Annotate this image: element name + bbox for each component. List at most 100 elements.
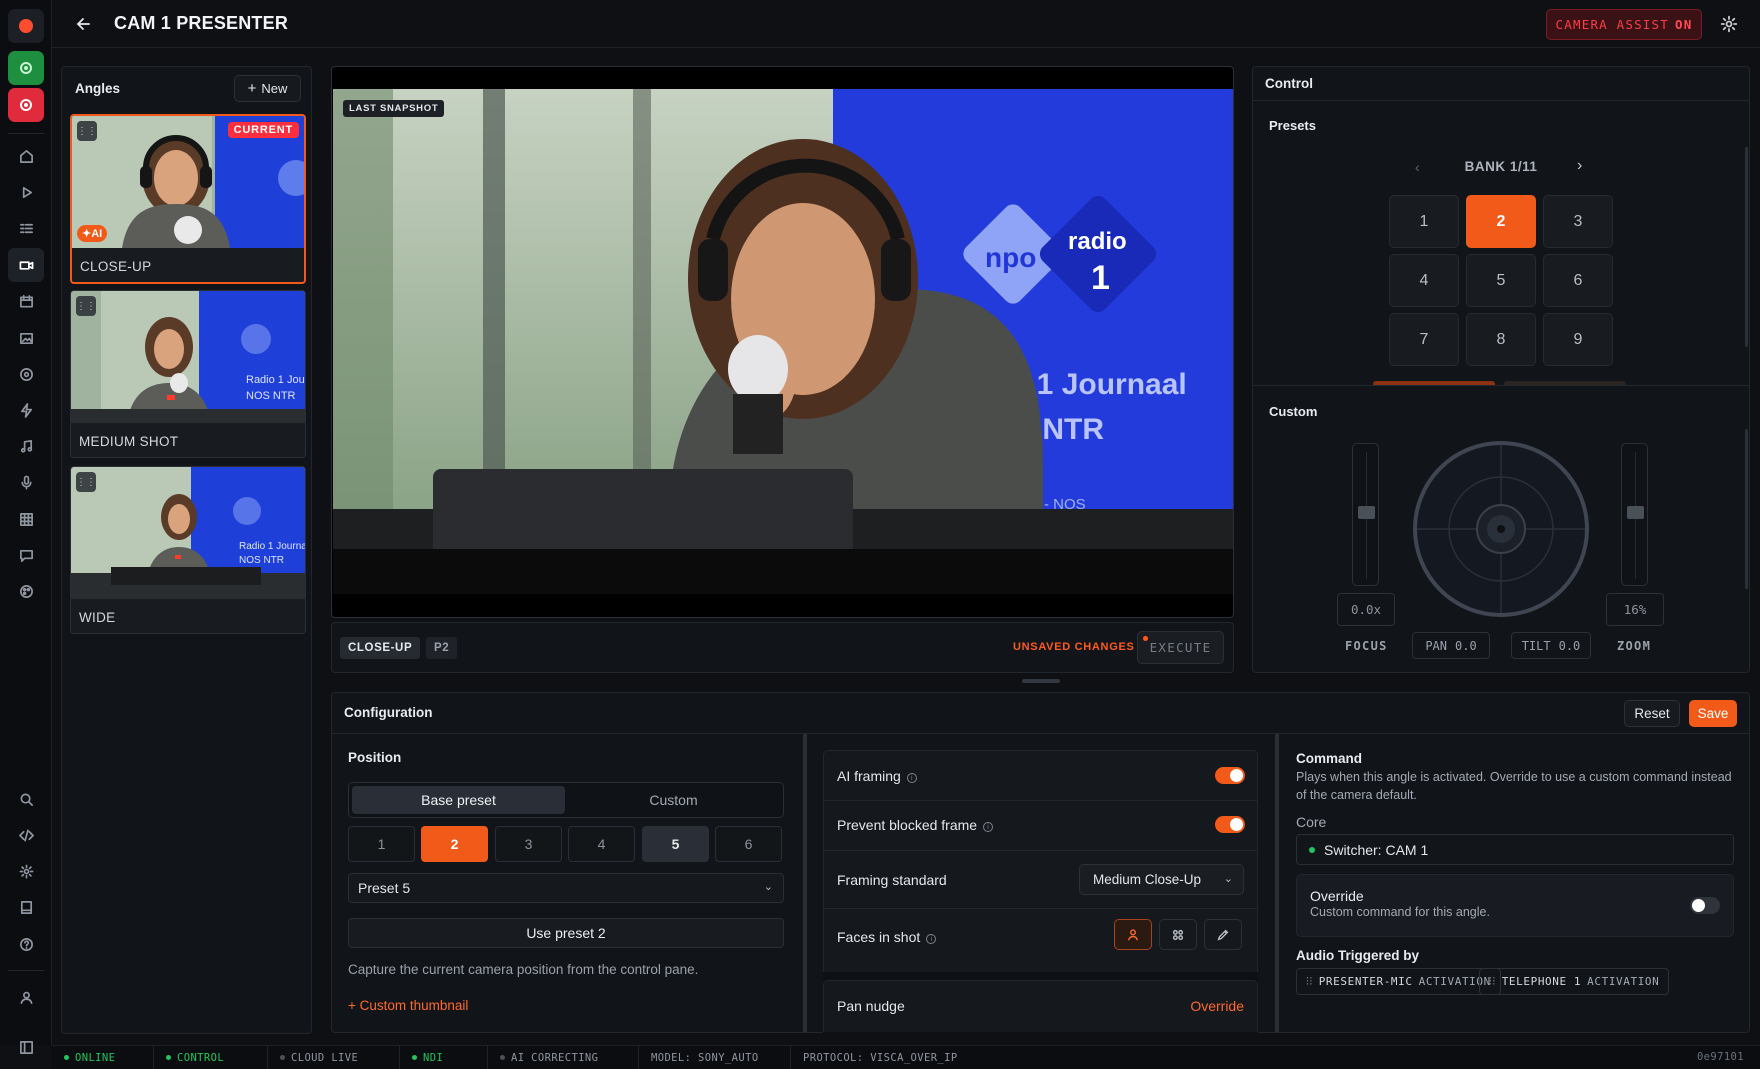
rundown-icon[interactable] xyxy=(14,216,38,240)
zoom-slider-thumb[interactable] xyxy=(1627,506,1644,519)
chip-name: PRESENTER-MIC xyxy=(1318,975,1413,988)
home-icon[interactable] xyxy=(14,144,38,168)
gear-icon[interactable] xyxy=(1720,15,1738,33)
framing-standard-row: Framing standard Medium Close-Up ⌄ xyxy=(824,851,1257,909)
palette-icon[interactable] xyxy=(14,579,38,603)
position-preset-4[interactable]: 4 xyxy=(568,826,635,862)
info-icon[interactable]: i xyxy=(926,934,937,944)
help-icon[interactable] xyxy=(14,932,38,956)
code-icon[interactable] xyxy=(14,823,38,847)
single-face-icon[interactable] xyxy=(1114,919,1152,950)
position-preset-5[interactable]: 5 xyxy=(642,826,709,862)
new-angle-button[interactable]: + New xyxy=(234,75,301,102)
tilt-readout: TILT 0.0 xyxy=(1511,632,1591,659)
preset-button-3[interactable]: 3 xyxy=(1543,195,1613,248)
calendar-icon[interactable] xyxy=(14,289,38,313)
drag-handle-icon[interactable]: ⋮⋮ xyxy=(77,121,97,141)
command-description: Plays when this angle is activated. Over… xyxy=(1296,770,1732,802)
angle-thumbnail: ⋮⋮ CURRENT ✦AI xyxy=(72,116,304,248)
preview-footer: CLOSE-UP P2 UNSAVED CHANGES EXECUTE xyxy=(331,622,1234,673)
tab-custom[interactable]: Custom xyxy=(567,786,780,814)
position-preset-3[interactable]: 3 xyxy=(495,826,562,862)
position-preset-1[interactable]: 1 xyxy=(348,826,415,862)
music-icon[interactable] xyxy=(14,434,38,458)
preset-select[interactable]: Preset 5 ⌄ xyxy=(348,873,784,903)
unsaved-changes-label: UNSAVED CHANGES xyxy=(1013,641,1135,653)
live-icon[interactable] xyxy=(8,51,44,85)
preset-button-5[interactable]: 5 xyxy=(1466,254,1536,307)
angle-card-medium-shot[interactable]: Radio 1 Jour NOS NTR ⋮⋮ MEDIUM SHOT xyxy=(70,290,306,458)
ai-framing-toggle[interactable] xyxy=(1215,767,1245,784)
drag-handle-icon[interactable]: ⋮⋮ xyxy=(76,296,96,316)
resize-handle[interactable] xyxy=(1022,679,1060,683)
reset-button[interactable]: Reset xyxy=(1624,700,1680,727)
build-hash: 0e97101 xyxy=(1696,1051,1744,1063)
bank-next-icon[interactable]: › xyxy=(1577,157,1582,175)
grid-icon[interactable] xyxy=(14,507,38,531)
chat-icon[interactable] xyxy=(14,543,38,567)
pan-nudge-override-link[interactable]: Override xyxy=(1190,998,1244,1014)
use-preset-button[interactable]: Use preset 2 xyxy=(348,918,784,948)
focus-value: 0.0x xyxy=(1337,593,1395,626)
save-button[interactable]: Save xyxy=(1689,700,1737,727)
preset-button-6[interactable]: 6 xyxy=(1543,254,1613,307)
audio-trigger-chip[interactable]: ⫶⫶ PRESENTER-MIC ACTIVATION xyxy=(1296,968,1501,995)
search-icon[interactable] xyxy=(14,787,38,811)
bolt-icon[interactable] xyxy=(14,398,38,422)
status-ndi: NDI xyxy=(400,1046,488,1069)
record-icon[interactable] xyxy=(8,9,44,43)
user-icon[interactable] xyxy=(14,985,38,1009)
info-icon[interactable]: i xyxy=(983,822,994,832)
preset-button-7[interactable]: 7 xyxy=(1389,313,1459,366)
angle-thumbnail: Radio 1 Journaal NOS NTR ⋮⋮ xyxy=(71,467,305,599)
camera-assist-toggle[interactable]: CAMERA ASSIST ON xyxy=(1546,9,1702,40)
play-icon[interactable] xyxy=(14,180,38,204)
position-preset-2[interactable]: 2 xyxy=(421,826,488,862)
preset-button-1[interactable]: 1 xyxy=(1389,195,1459,248)
focus-slider-thumb[interactable] xyxy=(1358,506,1375,519)
override-toggle[interactable] xyxy=(1690,897,1720,914)
drag-handle-icon[interactable]: ⋮⋮ xyxy=(76,472,96,492)
pan-tilt-joystick[interactable] xyxy=(1411,439,1591,619)
media-icon[interactable] xyxy=(14,326,38,350)
status-cloud-live: CLOUD LIVE xyxy=(268,1046,400,1069)
info-icon[interactable]: i xyxy=(906,773,917,783)
execute-button[interactable]: EXECUTE xyxy=(1137,631,1224,664)
preset-button-4[interactable]: 4 xyxy=(1389,254,1459,307)
zoom-value: 16% xyxy=(1606,593,1664,626)
angle-card-wide[interactable]: Radio 1 Journaal NOS NTR ⋮⋮ WIDE xyxy=(70,466,306,634)
audio-trigger-chip[interactable]: ⫶⫶ TELEPHONE 1 ACTIVATION xyxy=(1479,968,1670,995)
faces-in-shot-row: Faces in shot i xyxy=(824,909,1257,965)
angles-panel: Angles + New ⋮⋮ CURRENT ✦AI CLOSE-UP Rad… xyxy=(61,66,312,1034)
core-command-field[interactable]: Switcher: CAM 1 xyxy=(1296,834,1734,865)
sidebar-toggle-icon[interactable] xyxy=(14,1037,38,1057)
preset-button-9[interactable]: 9 xyxy=(1543,313,1613,366)
camera-icon[interactable] xyxy=(8,248,44,282)
back-arrow-icon[interactable] xyxy=(74,14,94,34)
command-title: Command xyxy=(1296,751,1363,766)
override-card: Override Custom command for this angle. xyxy=(1296,874,1734,937)
prevent-blocked-toggle[interactable] xyxy=(1215,816,1245,833)
book-icon[interactable] xyxy=(14,895,38,919)
control-title: Control xyxy=(1265,76,1313,91)
framing-standard-select[interactable]: Medium Close-Up ⌄ xyxy=(1079,864,1244,895)
preset-button-2[interactable]: 2 xyxy=(1466,195,1536,248)
tab-base-preset[interactable]: Base preset xyxy=(352,786,565,814)
svg-text:Radio 1 Jour: Radio 1 Jour xyxy=(246,374,305,386)
on-air-icon[interactable] xyxy=(8,88,44,122)
zoom-slider[interactable] xyxy=(1621,443,1648,586)
pencil-icon[interactable] xyxy=(1204,919,1242,950)
prevent-blocked-label: Prevent blocked frame xyxy=(837,817,978,833)
position-preset-6[interactable]: 6 xyxy=(715,826,782,862)
pan-nudge-row: Pan nudge Override xyxy=(823,980,1258,1032)
core-command-value: Switcher: CAM 1 xyxy=(1324,841,1429,858)
custom-thumbnail-link[interactable]: + Custom thumbnail xyxy=(348,998,468,1013)
target-icon[interactable] xyxy=(14,362,38,386)
preset-button-8[interactable]: 8 xyxy=(1466,313,1536,366)
mic-icon[interactable] xyxy=(14,470,38,494)
settings-icon[interactable] xyxy=(14,859,38,883)
status-protocol: PROTOCOL: VISCA_OVER_IP xyxy=(803,1051,958,1064)
group-faces-icon[interactable] xyxy=(1159,919,1197,950)
focus-slider[interactable] xyxy=(1352,443,1379,586)
angle-card-close-up[interactable]: ⋮⋮ CURRENT ✦AI CLOSE-UP xyxy=(70,114,306,284)
